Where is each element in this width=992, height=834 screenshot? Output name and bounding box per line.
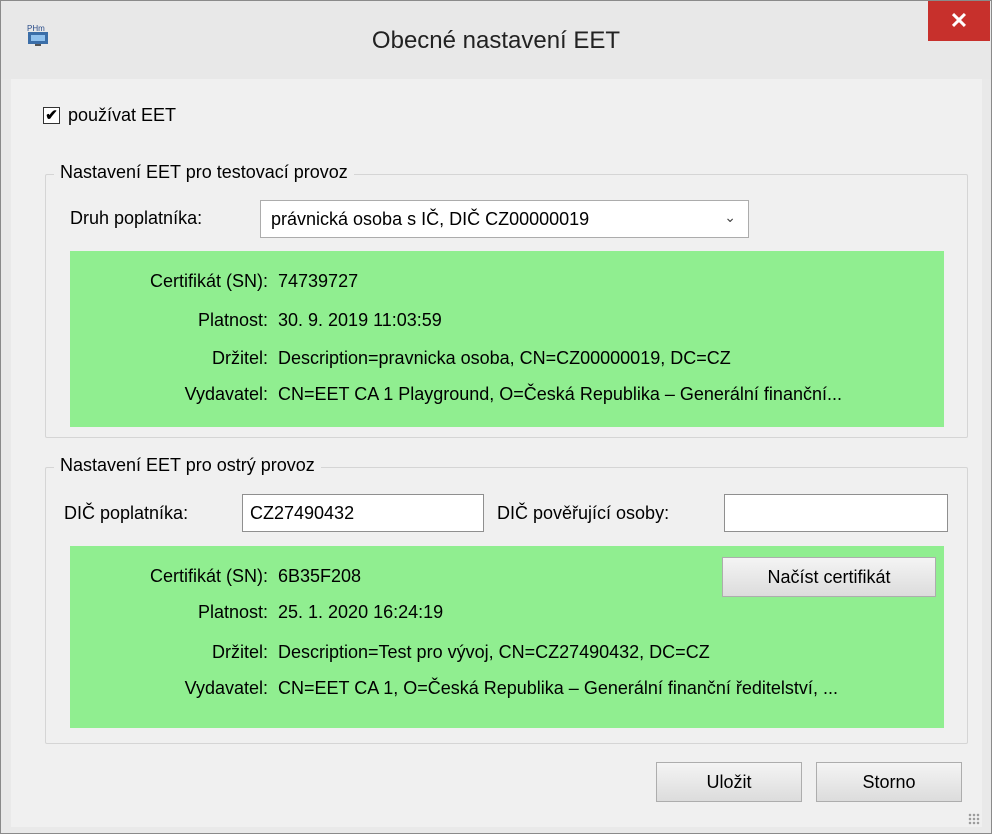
cert-vydavatel-value: CN=EET CA 1 Playground, O=Česká Republik… xyxy=(278,384,842,404)
save-button[interactable]: Uložit xyxy=(656,762,802,802)
cert-vydavatel-value: CN=EET CA 1, O=Česká Republika – Generál… xyxy=(278,678,838,698)
title-bar: PHm Obecné nastavení EET ✕ xyxy=(1,1,991,79)
cert-drzitel-row: Držitel: Description=Test pro vývoj, CN=… xyxy=(70,642,944,666)
resize-grip-icon[interactable] xyxy=(968,813,980,825)
cert-platnost-row: Platnost: 25. 1. 2020 16:24:19 xyxy=(70,602,944,626)
dic-poverujici-label: DIČ pověřující osoby: xyxy=(497,503,670,523)
druh-dropdown[interactable]: právnická osoba s IČ, DIČ CZ00000019 ⌄ xyxy=(260,200,749,238)
window-title: Obecné nastavení EET xyxy=(371,27,621,54)
cert-drzitel-row: Držitel: Description=pravnicka osoba, CN… xyxy=(70,348,944,372)
use-eet-label[interactable]: používat EET xyxy=(68,105,176,126)
test-certificate-panel: Certifikát (SN): 74739727 Platnost: 30. … xyxy=(70,251,944,427)
load-certificate-button[interactable]: Načíst certifikát xyxy=(722,557,936,597)
live-group-title: Nastavení EET pro ostrý provoz xyxy=(54,455,321,476)
dic-input[interactable] xyxy=(242,494,484,532)
live-certificate-panel: Certifikát (SN): 6B35F208 Načíst certifi… xyxy=(70,546,944,728)
dic-poverujici-input[interactable] xyxy=(724,494,948,532)
cert-drzitel-value: Description=pravnicka osoba, CN=CZ000000… xyxy=(278,348,731,368)
cert-vydavatel-label: Vydavatel: xyxy=(184,384,268,404)
cert-sn-value: 6B35F208 xyxy=(278,566,362,586)
cert-platnost-label: Platnost: xyxy=(197,602,268,622)
cert-sn-value: 74739727 xyxy=(278,271,359,291)
cert-drzitel-value: Description=Test pro vývoj, CN=CZ2749043… xyxy=(278,642,710,662)
dialog-window: PHm Obecné nastavení EET ✕ ✔ používat EE… xyxy=(0,0,992,834)
cert-sn-label: Certifikát (SN): xyxy=(149,271,268,291)
cert-sn-row: Certifikát (SN): 74739727 xyxy=(70,271,944,295)
cert-sn-label: Certifikát (SN): xyxy=(149,566,268,586)
cancel-button[interactable]: Storno xyxy=(816,762,962,802)
close-icon: ✕ xyxy=(949,8,969,33)
use-eet-checkbox[interactable]: ✔ xyxy=(43,107,60,124)
cert-vydavatel-row: Vydavatel: CN=EET CA 1, O=Česká Republik… xyxy=(70,678,944,702)
cert-drzitel-label: Držitel: xyxy=(211,642,268,662)
close-button[interactable]: ✕ xyxy=(928,1,990,41)
live-settings-group: Nastavení EET pro ostrý provoz DIČ popla… xyxy=(45,455,968,744)
cert-vydavatel-row: Vydavatel: CN=EET CA 1 Playground, O=Čes… xyxy=(70,384,944,408)
use-eet-row[interactable]: ✔ používat EET xyxy=(43,105,176,126)
dialog-content: ✔ používat EET Nastavení EET pro testova… xyxy=(11,79,982,827)
chevron-down-icon: ⌄ xyxy=(724,209,736,225)
test-group-title: Nastavení EET pro testovací provoz xyxy=(54,162,354,183)
cert-platnost-label: Platnost: xyxy=(197,310,268,330)
cert-drzitel-label: Držitel: xyxy=(211,348,268,368)
druh-label: Druh poplatníka: xyxy=(70,208,203,228)
cert-platnost-row: Platnost: 30. 9. 2019 11:03:59 xyxy=(70,310,944,334)
cert-platnost-value: 25. 1. 2020 16:24:19 xyxy=(278,602,444,622)
test-settings-group: Nastavení EET pro testovací provoz Druh … xyxy=(45,162,968,438)
cert-platnost-value: 30. 9. 2019 11:03:59 xyxy=(278,310,442,330)
checkmark-icon: ✔ xyxy=(45,107,58,124)
cert-vydavatel-label: Vydavatel: xyxy=(184,678,268,698)
druh-selected-value: právnická osoba s IČ, DIČ CZ00000019 xyxy=(271,208,590,229)
dic-label: DIČ poplatníka: xyxy=(64,503,189,523)
